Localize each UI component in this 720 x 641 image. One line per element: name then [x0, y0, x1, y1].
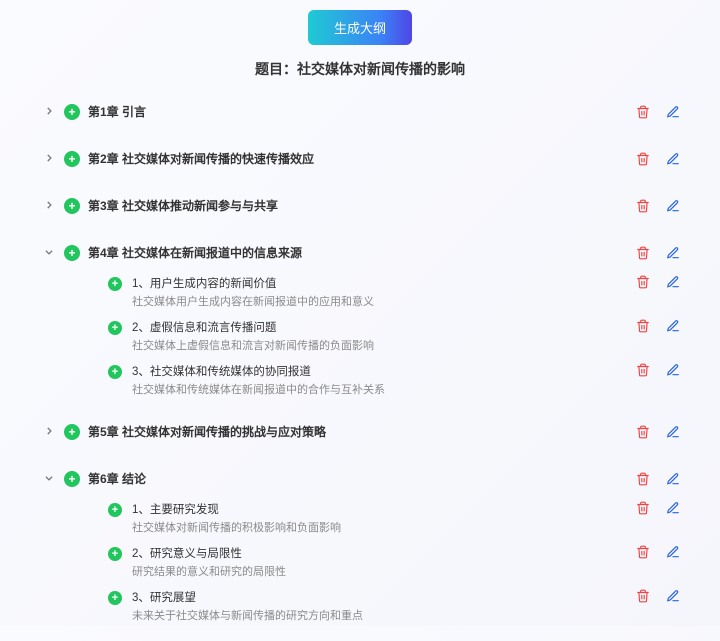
add-icon[interactable]: +	[64, 198, 80, 214]
chapter-row: + 第3章 社交媒体推动新闻参与与共享	[40, 189, 680, 222]
subsection-desc: 社交媒体上虚假信息和流言对新闻传播的负面影响	[132, 337, 626, 353]
chapter-row: + 第2章 社交媒体对新闻传播的快速传播效应	[40, 142, 680, 175]
add-icon[interactable]: +	[64, 424, 80, 440]
chevron-down-icon[interactable]	[40, 472, 58, 486]
subsection-row: + 3、社交媒体和传统媒体的协同报道 社交媒体和传统媒体在新闻报道中的合作与互补…	[40, 357, 680, 401]
edit-icon[interactable]	[666, 545, 680, 559]
title-prefix: 题目：	[255, 61, 297, 77]
delete-icon[interactable]	[636, 105, 650, 119]
add-icon[interactable]: +	[64, 245, 80, 261]
edit-icon[interactable]	[666, 425, 680, 439]
subsection-desc: 社交媒体和传统媒体在新闻报道中的合作与互补关系	[132, 381, 626, 397]
edit-icon[interactable]	[666, 246, 680, 260]
add-icon[interactable]: +	[64, 104, 80, 120]
chevron-right-icon[interactable]	[40, 152, 58, 166]
subsection-desc: 社交媒体对新闻传播的积极影响和负面影响	[132, 519, 626, 535]
subsection-title[interactable]: 3、社交媒体和传统媒体的协同报道	[132, 363, 626, 379]
add-icon[interactable]: +	[108, 503, 122, 517]
delete-icon[interactable]	[636, 152, 650, 166]
delete-icon[interactable]	[636, 472, 650, 486]
chevron-right-icon[interactable]	[40, 199, 58, 213]
add-icon[interactable]: +	[108, 321, 122, 335]
chevron-right-icon[interactable]	[40, 105, 58, 119]
edit-icon[interactable]	[666, 105, 680, 119]
subsection-row: + 3、研究展望 未来关于社交媒体与新闻传播的研究方向和重点	[40, 583, 680, 627]
subsection-desc: 未来关于社交媒体与新闻传播的研究方向和重点	[132, 607, 626, 623]
document-title: 题目：社交媒体对新闻传播的影响	[40, 59, 680, 79]
chapter-label[interactable]: 第4章 社交媒体在新闻报道中的信息来源	[88, 244, 302, 261]
chapter-row: + 第4章 社交媒体在新闻报道中的信息来源	[40, 236, 680, 269]
subsection-desc: 社交媒体用户生成内容在新闻报道中的应用和意义	[132, 293, 626, 309]
chapter-row: + 第6章 结论	[40, 462, 680, 495]
delete-icon[interactable]	[636, 589, 650, 603]
title-text: 社交媒体对新闻传播的影响	[297, 61, 465, 77]
edit-icon[interactable]	[666, 472, 680, 486]
chapter-row: + 第5章 社交媒体对新闻传播的挑战与应对策略	[40, 415, 680, 448]
outline-list: + 第1章 引言 + 第2章 社交媒体对新闻传播的快速传播效应 + 第3章 社交…	[40, 95, 680, 641]
edit-icon[interactable]	[666, 501, 680, 515]
edit-icon[interactable]	[666, 199, 680, 213]
delete-icon[interactable]	[636, 545, 650, 559]
chapter-label[interactable]: 第3章 社交媒体推动新闻参与与共享	[88, 197, 278, 214]
add-icon[interactable]: +	[108, 277, 122, 291]
add-icon[interactable]: +	[108, 365, 122, 379]
add-icon[interactable]: +	[108, 591, 122, 605]
add-icon[interactable]: +	[108, 547, 122, 561]
subsection-title[interactable]: 1、用户生成内容的新闻价值	[132, 275, 626, 291]
delete-icon[interactable]	[636, 501, 650, 515]
chapter-label[interactable]: 第2章 社交媒体对新闻传播的快速传播效应	[88, 150, 314, 167]
edit-icon[interactable]	[666, 589, 680, 603]
chapter-label[interactable]: 第1章 引言	[88, 103, 146, 120]
chevron-down-icon[interactable]	[40, 246, 58, 260]
subsection-title[interactable]: 2、虚假信息和流言传播问题	[132, 319, 626, 335]
add-icon[interactable]: +	[64, 471, 80, 487]
generate-outline-button[interactable]: 生成大纲	[308, 10, 412, 45]
subsection-row: + 1、用户生成内容的新闻价值 社交媒体用户生成内容在新闻报道中的应用和意义	[40, 269, 680, 313]
edit-icon[interactable]	[666, 275, 680, 289]
edit-icon[interactable]	[666, 363, 680, 377]
chapter-label[interactable]: 第6章 结论	[88, 470, 146, 487]
subsection-desc: 研究结果的意义和研究的局限性	[132, 563, 626, 579]
chapter-row: + 第1章 引言	[40, 95, 680, 128]
delete-icon[interactable]	[636, 199, 650, 213]
delete-icon[interactable]	[636, 425, 650, 439]
subsection-title[interactable]: 3、研究展望	[132, 589, 626, 605]
subsection-row: + 2、研究意义与局限性 研究结果的意义和研究的局限性	[40, 539, 680, 583]
subsection-title[interactable]: 1、主要研究发现	[132, 501, 626, 517]
add-icon[interactable]: +	[64, 151, 80, 167]
delete-icon[interactable]	[636, 275, 650, 289]
delete-icon[interactable]	[636, 319, 650, 333]
delete-icon[interactable]	[636, 246, 650, 260]
edit-icon[interactable]	[666, 152, 680, 166]
chevron-right-icon[interactable]	[40, 425, 58, 439]
subsection-row: + 2、虚假信息和流言传播问题 社交媒体上虚假信息和流言对新闻传播的负面影响	[40, 313, 680, 357]
edit-icon[interactable]	[666, 319, 680, 333]
chapter-label[interactable]: 第5章 社交媒体对新闻传播的挑战与应对策略	[88, 423, 326, 440]
delete-icon[interactable]	[636, 363, 650, 377]
subsection-title[interactable]: 2、研究意义与局限性	[132, 545, 626, 561]
subsection-row: + 1、主要研究发现 社交媒体对新闻传播的积极影响和负面影响	[40, 495, 680, 539]
